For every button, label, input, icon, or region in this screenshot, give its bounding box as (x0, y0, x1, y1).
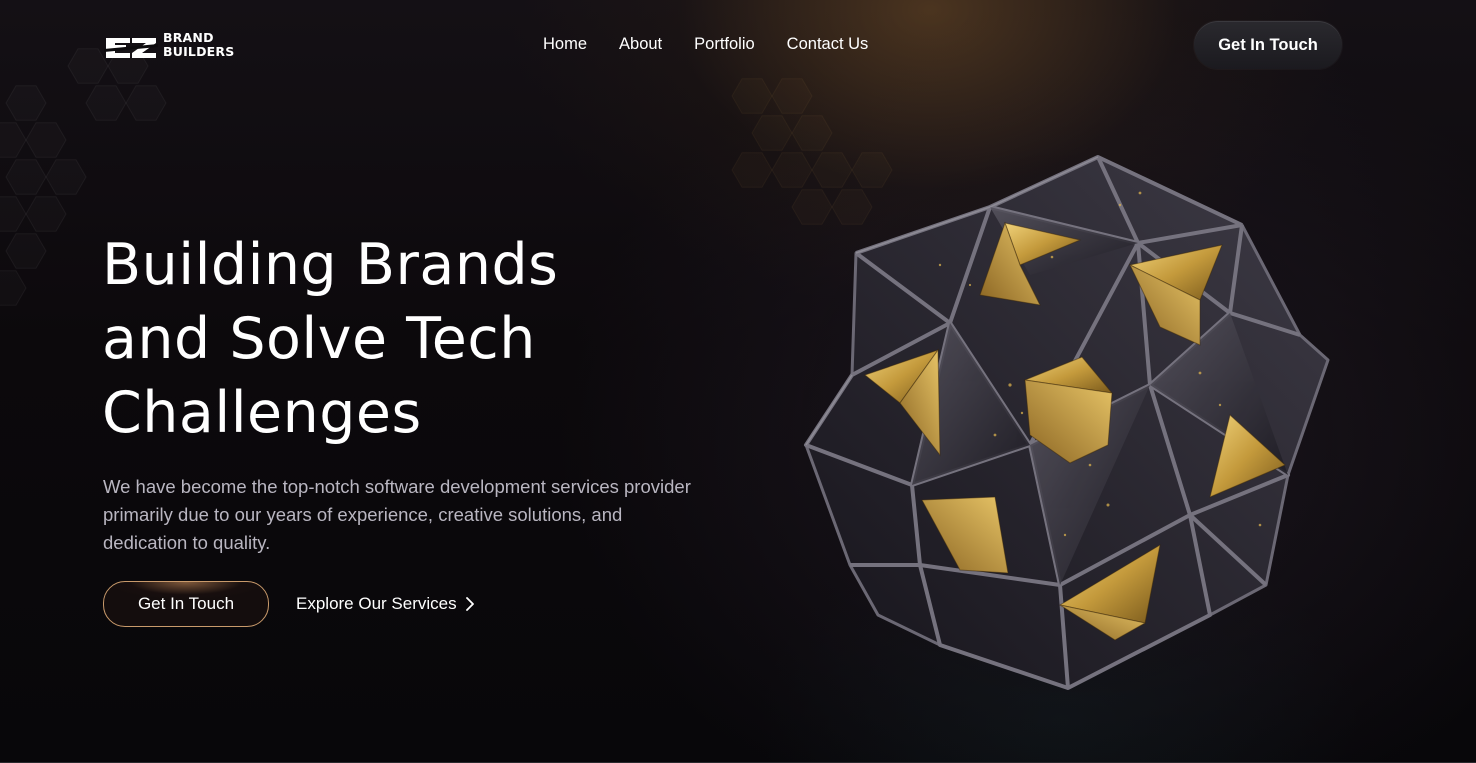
brand-line-1: BRAND (163, 30, 214, 45)
nav-item-contact-us[interactable]: Contact Us (787, 34, 869, 54)
brand-logo[interactable]: BRAND BUILDERS (104, 31, 238, 63)
hero-title-line-3: Challenges (102, 380, 422, 446)
hero-get-in-touch-button[interactable]: Get In Touch (103, 581, 269, 627)
geometric-polyhedron-image (790, 145, 1350, 705)
hero-description: We have become the top-notch software de… (103, 476, 691, 553)
hero-title: Building Brands and Solve Tech Challenge… (102, 228, 662, 450)
brand-line-2: BUILDERS (163, 44, 235, 59)
ez-logo-icon (104, 38, 158, 58)
nav-item-about[interactable]: About (619, 34, 662, 54)
nav-item-home[interactable]: Home (543, 34, 587, 54)
main-nav: Home About Portfolio Contact Us (543, 34, 868, 54)
chevron-right-icon (465, 597, 474, 611)
header-get-in-touch-button[interactable]: Get In Touch (1194, 21, 1342, 69)
brand-wordmark: BRAND BUILDERS (163, 31, 234, 59)
nav-item-portfolio[interactable]: Portfolio (694, 34, 755, 54)
hero-title-line-1: Building Brands (102, 232, 559, 298)
explore-services-label: Explore Our Services (296, 594, 457, 613)
explore-services-link[interactable]: Explore Our Services (296, 592, 475, 616)
landing-page: BRAND BUILDERS Home About Portfolio Cont… (0, 0, 1476, 763)
hero-title-line-2: and Solve Tech (102, 306, 536, 372)
